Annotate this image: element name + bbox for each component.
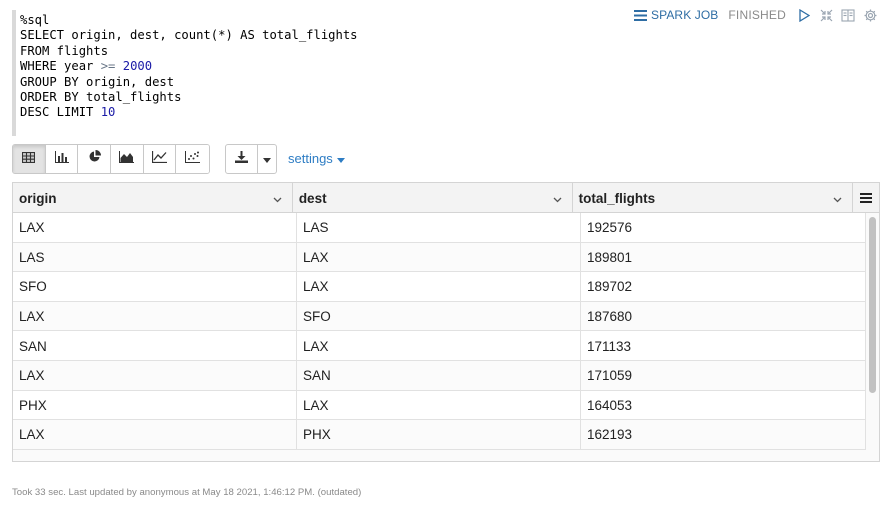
table-cell-total-flights: 189801	[581, 242, 866, 273]
area-chart-button[interactable]	[111, 145, 144, 173]
table-cell-origin: LAX	[13, 213, 297, 243]
table-cell-total-flights: 192576	[581, 213, 866, 243]
table-cell-dest: SFO	[297, 301, 581, 332]
download-icon	[235, 150, 248, 168]
grid-menu-button[interactable]	[853, 183, 879, 213]
chevron-down-icon[interactable]	[833, 191, 842, 206]
paragraph-status: SPARK JOB FINISHED	[632, 7, 878, 23]
table-row[interactable]: PHX LAX 164053	[13, 390, 866, 421]
column-header-label: total_flights	[578, 190, 656, 206]
code-line: WHERE year >= 2000	[20, 59, 612, 74]
download-options-toggle[interactable]	[258, 145, 276, 173]
code-token: SELECT origin, dest, count(*) AS total_f…	[20, 28, 358, 43]
table-cell-dest: LAX	[297, 242, 581, 273]
code-token: 2000	[122, 59, 153, 74]
code-token: DESC LIMIT	[20, 105, 101, 120]
download-dropdown	[225, 144, 277, 174]
table-cell-origin: PHX	[13, 390, 297, 421]
line-chart-icon	[151, 150, 168, 168]
list-icon	[632, 7, 648, 23]
column-header-label: dest	[298, 190, 327, 206]
table-cell-origin: LAX	[13, 360, 297, 391]
grid-body: LAX LAS 192576 LAS LAX 189801 SFO LAX 189702 LAX S…	[13, 213, 866, 450]
spark-job-link[interactable]: SPARK JOB	[632, 7, 718, 23]
bar-chart-button[interactable]	[45, 145, 79, 173]
table-row[interactable]: LAX PHX 162193	[13, 420, 866, 450]
column-header-origin[interactable]: origin	[13, 183, 293, 213]
table-row[interactable]: LAS LAX 189801	[13, 242, 866, 273]
table-cell-origin: LAX	[13, 420, 297, 450]
code-token: GROUP BY origin, dest	[20, 74, 175, 89]
code-line: %sql	[20, 13, 612, 28]
table-icon	[22, 150, 36, 168]
code-token: WHERE year	[20, 59, 101, 74]
table-view-button[interactable]	[13, 145, 46, 173]
chevron-down-icon[interactable]	[273, 191, 282, 206]
grid-header: origin dest total_flights	[13, 183, 879, 213]
scatter-chart-icon	[185, 150, 201, 168]
code-line: GROUP BY origin, dest	[20, 75, 612, 90]
paragraph-footer: Took 33 sec. Last updated by anonymous a…	[12, 487, 362, 498]
book-icon[interactable]	[840, 7, 856, 23]
code-token: FROM flights	[20, 43, 109, 58]
settings-link[interactable]: settings	[288, 151, 345, 166]
visualization-toolbar	[12, 144, 211, 174]
results-grid: origin dest total_flights LAX LAS 192576 LA…	[12, 182, 880, 462]
chevron-down-icon[interactable]	[553, 191, 562, 206]
pie-chart-icon	[88, 150, 101, 168]
code-line: DESC LIMIT 10	[20, 105, 612, 120]
scrollbar-thumb[interactable]	[869, 217, 876, 393]
table-row[interactable]: LAX SAN 171059	[13, 360, 866, 391]
table-cell-total-flights: 189702	[581, 272, 866, 302]
table-row[interactable]: SAN LAX 171133	[13, 331, 866, 361]
code-editor[interactable]: %sql SELECT origin, dest, count(*) AS tot…	[12, 10, 612, 136]
vertical-scrollbar[interactable]	[868, 215, 877, 447]
table-cell-total-flights: 187680	[581, 301, 866, 332]
caret-down-icon	[336, 151, 345, 166]
table-cell-dest: LAX	[297, 331, 581, 361]
spark-job-label: SPARK JOB	[651, 8, 719, 22]
table-cell-dest: LAS	[297, 213, 581, 243]
column-header-label: origin	[19, 190, 57, 206]
code-line: FROM flights	[20, 44, 612, 59]
code-token: ORDER BY total_flights	[20, 89, 182, 104]
area-chart-icon	[119, 150, 135, 168]
play-icon[interactable]	[796, 7, 812, 23]
pie-chart-button[interactable]	[78, 145, 112, 173]
table-cell-origin: LAS	[13, 242, 297, 273]
code-token: 10	[100, 105, 116, 120]
table-row[interactable]: LAX LAS 192576	[13, 213, 866, 243]
status-badge: FINISHED	[728, 8, 786, 22]
table-cell-dest: LAX	[297, 272, 581, 302]
table-cell-dest: PHX	[297, 420, 581, 450]
caret-down-icon	[263, 150, 271, 168]
table-row[interactable]: SFO LAX 189702	[13, 272, 866, 302]
gear-icon[interactable]	[862, 7, 878, 23]
table-cell-total-flights: 171059	[581, 360, 866, 391]
bar-chart-icon	[54, 150, 69, 168]
code-line: ORDER BY total_flights	[20, 90, 612, 105]
settings-label: settings	[288, 151, 333, 166]
table-cell-total-flights: 171133	[581, 331, 866, 361]
table-cell-total-flights: 164053	[581, 390, 866, 421]
table-cell-total-flights: 162193	[581, 420, 866, 450]
code-token: >=	[100, 59, 116, 74]
download-button[interactable]	[226, 145, 258, 173]
hamburger-menu-icon	[860, 191, 873, 206]
scatter-chart-button[interactable]	[176, 145, 210, 173]
collapse-icon[interactable]	[818, 7, 834, 23]
code-token: %sql	[20, 13, 50, 27]
code-line: SELECT origin, dest, count(*) AS total_f…	[20, 28, 612, 43]
table-cell-dest: SAN	[297, 360, 581, 391]
column-header-dest[interactable]: dest	[293, 183, 573, 213]
line-chart-button[interactable]	[143, 145, 177, 173]
column-header-total-flights[interactable]: total_flights	[573, 183, 854, 213]
table-cell-origin: SFO	[13, 272, 297, 302]
table-cell-dest: LAX	[297, 390, 581, 421]
table-row[interactable]: LAX SFO 187680	[13, 301, 866, 332]
table-cell-origin: SAN	[13, 331, 297, 361]
table-cell-origin: LAX	[13, 301, 297, 332]
